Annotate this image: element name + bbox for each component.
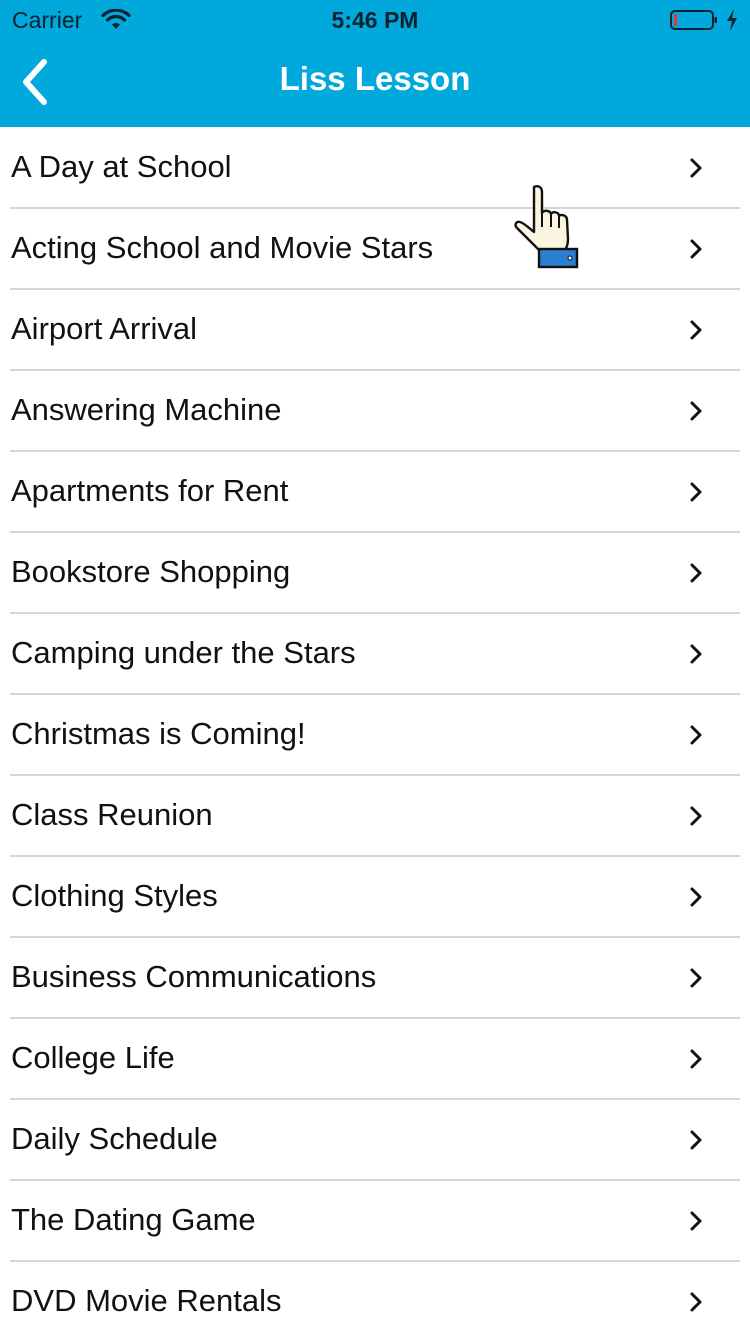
chevron-right-icon	[690, 1049, 702, 1069]
chevron-right-icon	[690, 725, 702, 745]
lesson-row[interactable]: Bookstore Shopping	[0, 533, 750, 614]
lesson-label: Answering Machine	[11, 392, 282, 427]
chevron-right-icon	[690, 887, 702, 907]
lesson-label: Apartments for Rent	[11, 473, 289, 508]
chevron-right-icon	[690, 239, 702, 259]
chevron-right-icon	[690, 1211, 702, 1231]
lesson-row[interactable]: Acting School and Movie Stars	[0, 209, 750, 290]
chevron-right-icon	[690, 968, 702, 988]
lesson-label: Bookstore Shopping	[11, 554, 291, 589]
lesson-label: College Life	[11, 1040, 175, 1075]
lesson-list: A Day at School Acting School and Movie …	[0, 128, 750, 1343]
battery-icon	[670, 10, 717, 30]
chevron-right-icon	[690, 563, 702, 583]
chevron-right-icon	[690, 644, 702, 664]
page-title: Liss Lesson	[279, 60, 471, 97]
lesson-label: Business Communications	[11, 959, 377, 994]
lesson-label: DVD Movie Rentals	[11, 1283, 282, 1318]
lesson-row[interactable]: Daily Schedule	[0, 1100, 750, 1181]
lesson-label: The Dating Game	[11, 1202, 256, 1237]
lesson-label: A Day at School	[11, 149, 232, 184]
chevron-right-icon	[690, 320, 702, 340]
lesson-row[interactable]: The Dating Game	[0, 1181, 750, 1262]
lesson-label: Christmas is Coming!	[11, 716, 306, 751]
lesson-label: Airport Arrival	[11, 311, 198, 346]
clock: 5:46 PM	[331, 7, 419, 33]
lesson-row[interactable]: A Day at School	[0, 128, 750, 209]
lesson-row[interactable]: Airport Arrival	[0, 290, 750, 371]
lesson-row[interactable]: College Life	[0, 1019, 750, 1100]
lesson-row[interactable]: Clothing Styles	[0, 857, 750, 938]
chevron-right-icon	[690, 401, 702, 421]
lesson-label: Class Reunion	[11, 797, 213, 832]
lesson-label: Daily Schedule	[11, 1121, 218, 1156]
navigation-bar: Liss Lesson	[0, 40, 750, 127]
chevron-right-icon	[690, 482, 702, 502]
lesson-row[interactable]: Business Communications	[0, 938, 750, 1019]
lesson-row[interactable]: Apartments for Rent	[0, 452, 750, 533]
back-button[interactable]	[14, 54, 60, 110]
chevron-left-icon	[23, 59, 47, 105]
lesson-label: Clothing Styles	[11, 878, 218, 913]
charging-bolt-icon	[727, 9, 737, 31]
chevron-right-icon	[690, 806, 702, 826]
lesson-label: Acting School and Movie Stars	[11, 230, 434, 265]
chevron-right-icon	[690, 158, 702, 178]
lesson-row[interactable]: DVD Movie Rentals	[0, 1262, 750, 1343]
lesson-row[interactable]: Answering Machine	[0, 371, 750, 452]
lesson-row[interactable]: Class Reunion	[0, 776, 750, 857]
lesson-row[interactable]: Christmas is Coming!	[0, 695, 750, 776]
chevron-right-icon	[690, 1292, 702, 1312]
lesson-row[interactable]: Camping under the Stars	[0, 614, 750, 695]
chevron-right-icon	[690, 1130, 702, 1150]
status-bar: Carrier 5:46 PM	[0, 0, 750, 40]
top-bar: Carrier 5:46 PM Liss Lesson	[0, 0, 750, 127]
lesson-label: Camping under the Stars	[11, 635, 356, 670]
